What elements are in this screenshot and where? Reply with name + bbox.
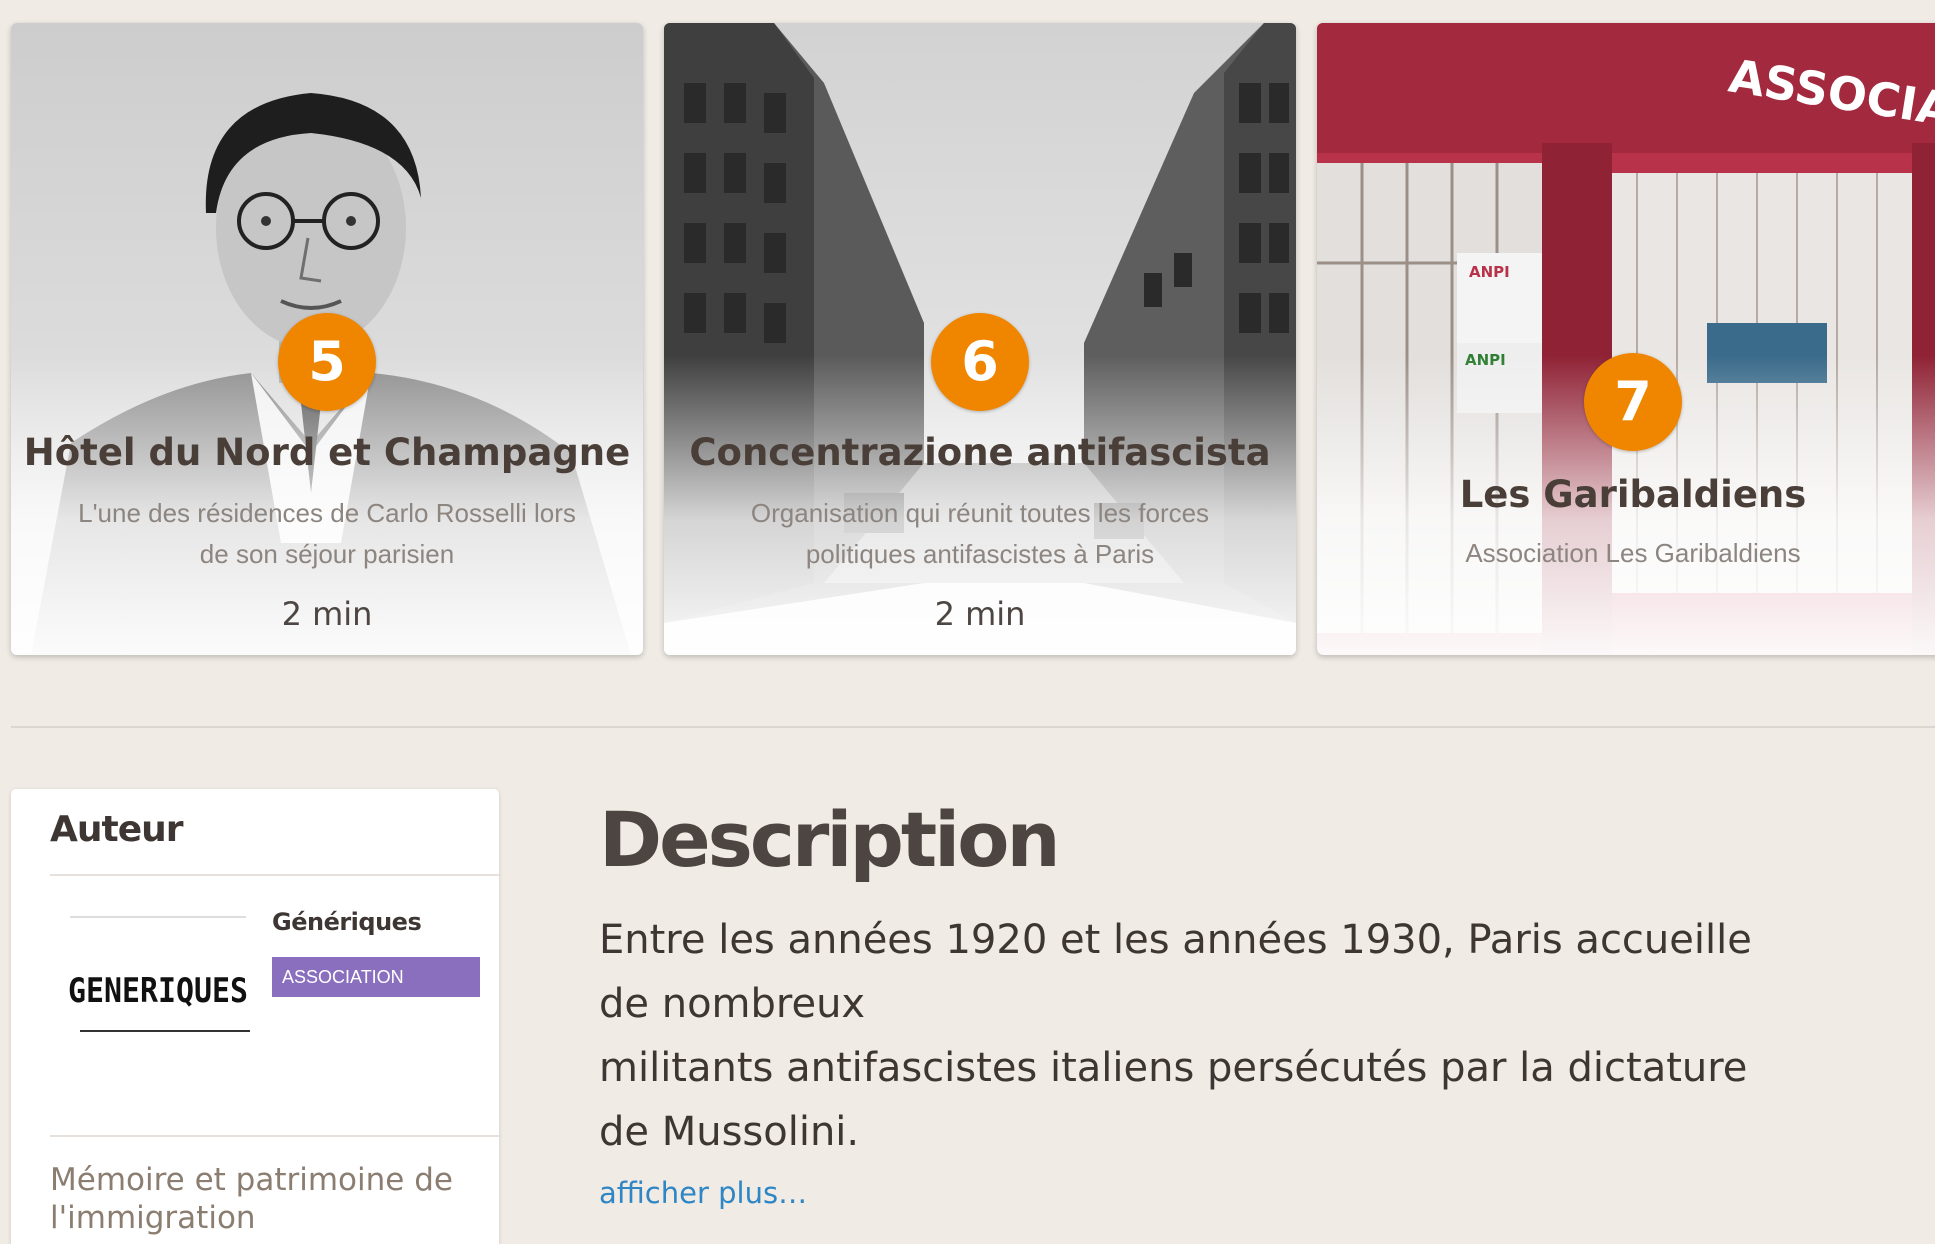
author-panel: Auteur GENERIQUES Génériques ASSOCIATION… xyxy=(11,789,499,1244)
stop-title: Concentrazione antifascista xyxy=(689,431,1271,474)
author-name[interactable]: Génériques xyxy=(272,908,422,936)
stop-title: Hôtel du Nord et Champagne xyxy=(23,431,631,474)
author-bio: Mémoire et patrimoine de l'immigration xyxy=(50,1162,453,1236)
logo-wordmark: GENERIQUES xyxy=(68,971,248,1011)
stop-card-5[interactable]: 5 Hôtel du Nord et Champagne L'une des r… xyxy=(11,23,643,655)
stop-number-badge: 7 xyxy=(1584,353,1682,451)
description-heading: Description xyxy=(599,795,1061,884)
description-paragraph: Entre les années 1920 et les années 1930… xyxy=(599,917,1752,1027)
stop-description: L'une des résidences de Carlo Rosselli l… xyxy=(78,498,576,569)
storefront-poster-text: ANPI xyxy=(1469,263,1510,281)
stop-number-badge: 5 xyxy=(278,313,376,411)
stop-card-7[interactable]: ASSOCIATI ANPI ANPI xyxy=(1317,23,1935,655)
divider xyxy=(50,1135,499,1137)
author-logo[interactable]: GENERIQUES xyxy=(60,907,256,1047)
stop-description: Association Les Garibaldiens xyxy=(1465,538,1801,568)
description-paragraph: militants antifascistes italiens persécu… xyxy=(599,1045,1748,1155)
description-body: Entre les années 1920 et les années 1930… xyxy=(599,908,1799,1164)
stop-number-badge: 6 xyxy=(931,313,1029,411)
section-divider xyxy=(11,726,1935,728)
stop-title: Les Garibaldiens xyxy=(1459,473,1807,516)
stop-card-list: 5 Hôtel du Nord et Champagne L'une des r… xyxy=(11,23,1935,655)
page: 5 Hôtel du Nord et Champagne L'une des r… xyxy=(0,0,1935,1244)
author-type-badge: ASSOCIATION xyxy=(272,957,480,997)
stop-duration: 2 min xyxy=(934,595,1026,633)
stop-duration: 2 min xyxy=(281,595,373,633)
divider xyxy=(50,874,499,876)
stop-description: Organisation qui réunit toutes les force… xyxy=(750,498,1210,569)
show-more-link[interactable]: afficher plus… xyxy=(599,1176,807,1210)
stop-card-6[interactable]: 6 Concentrazione antifascista Organisati… xyxy=(664,23,1296,655)
author-heading: Auteur xyxy=(50,809,183,850)
